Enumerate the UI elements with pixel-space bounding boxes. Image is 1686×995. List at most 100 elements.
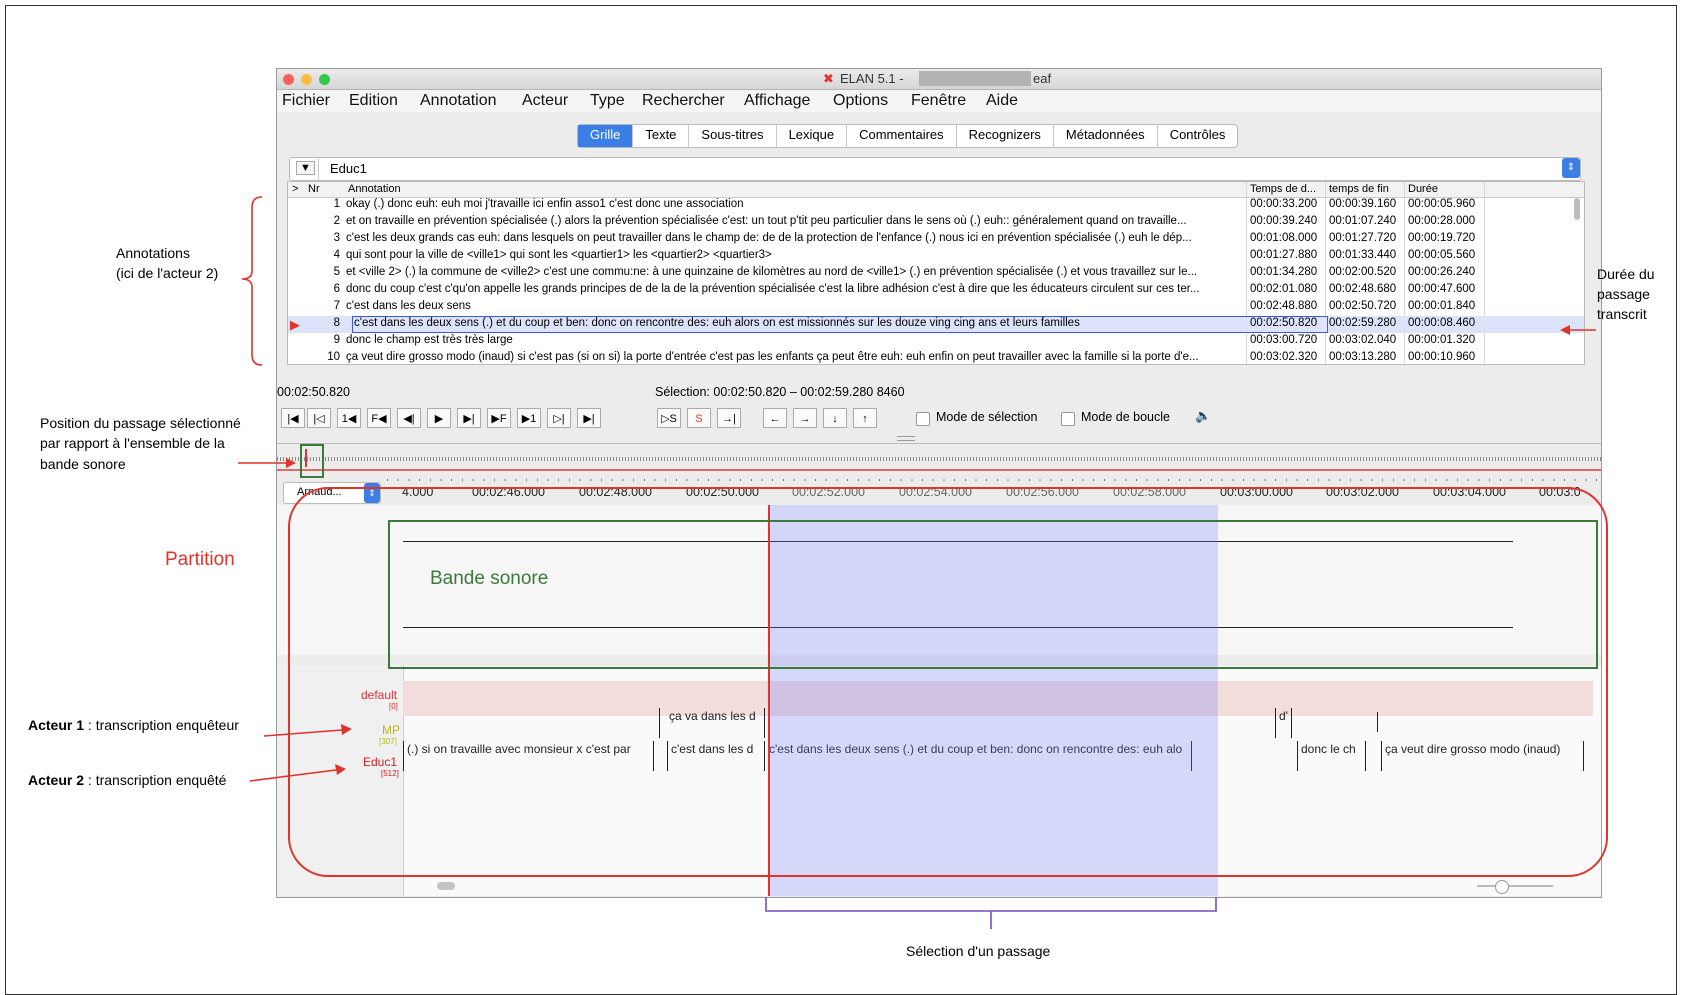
tab-grille[interactable]: Grille <box>578 125 634 147</box>
tab-metadonnees[interactable]: Métadonnées <box>1054 125 1158 147</box>
table-row[interactable]: 10 ça veut dire grosso modo (inaud) si c… <box>288 350 1584 364</box>
col-nr[interactable]: Nr <box>308 183 320 195</box>
row-nr: 3 <box>333 232 340 244</box>
row-nr: 8 <box>333 317 340 329</box>
menu-fichier[interactable]: Fichier <box>282 92 330 110</box>
view-tabs: Grille Texte Sous-titres Lexique Comment… <box>577 124 1239 148</box>
previous-frame-button[interactable]: |◁ <box>307 408 331 428</box>
previous-second-button[interactable]: 1◀ <box>337 408 361 428</box>
row-end: 00:01:33.440 <box>1329 249 1397 261</box>
row-end: 00:03:02.040 <box>1329 334 1397 346</box>
menu-type[interactable]: Type <box>590 92 625 110</box>
table-row[interactable]: 7 c'est dans les deux sens 00:02:48.880 … <box>288 299 1584 316</box>
row-end: 00:02:48.680 <box>1329 283 1397 295</box>
row-annotation: ça veut dire grosso modo (inaud) si c'es… <box>346 351 1199 363</box>
callout-actor2-text: : transcription enquêté <box>84 772 227 788</box>
dropdown-arrows-icon[interactable]: ⇕ <box>1562 158 1580 178</box>
col-expand[interactable]: > <box>292 183 298 195</box>
splitter-handle[interactable] <box>897 436 915 441</box>
tab-lexique[interactable]: Lexique <box>777 125 848 147</box>
audio-band-outline <box>388 520 1598 669</box>
overview-red-line <box>277 469 1601 471</box>
previous-annotation-button[interactable]: ← <box>763 408 787 428</box>
table-row[interactable]: 9 donc le champ est très très large 00:0… <box>288 333 1584 350</box>
overview-waveform[interactable] <box>277 457 1601 461</box>
row-begin: 00:02:01.080 <box>1250 283 1318 295</box>
grid-header: > Nr Annotation Temps de d... temps de f… <box>288 182 1584 198</box>
selection-mode-label: Mode de sélection <box>936 410 1038 424</box>
col-annotation[interactable]: Annotation <box>348 183 401 195</box>
menu-fenetre[interactable]: Fenêtre <box>911 92 966 110</box>
next-frame-button[interactable]: ▷| <box>547 408 571 428</box>
collapse-triangle-icon[interactable]: ▼ <box>296 161 315 175</box>
divider <box>318 158 319 180</box>
callout-annotations-title: Annotations <box>116 245 190 261</box>
menu-rechercher[interactable]: Rechercher <box>642 92 725 110</box>
next-annotation-button[interactable]: → <box>793 408 817 428</box>
callout-position-line2: par rapport à l'ensemble de la <box>40 435 225 451</box>
col-begin-time[interactable]: Temps de d... <box>1250 183 1316 195</box>
col-duration[interactable]: Durée <box>1408 183 1438 195</box>
tier-down-button[interactable]: ↓ <box>823 408 847 428</box>
tab-controles[interactable]: Contrôles <box>1158 125 1238 147</box>
menu-acteur[interactable]: Acteur <box>522 92 568 110</box>
tab-sous-titres[interactable]: Sous-titres <box>689 125 777 147</box>
row-nr: 9 <box>333 334 340 346</box>
tab-commentaires[interactable]: Commentaires <box>847 125 957 147</box>
redacted-filename <box>919 71 1031 86</box>
clear-selection-button[interactable]: S <box>687 408 711 428</box>
tab-texte[interactable]: Texte <box>633 125 690 147</box>
table-row-selected[interactable]: ▶ 8 c'est dans les deux sens (.) et du c… <box>288 316 1584 333</box>
row-begin: 00:01:08.000 <box>1250 232 1318 244</box>
row-begin: 00:02:48.880 <box>1250 300 1318 312</box>
maximize-window-button[interactable] <box>319 74 330 85</box>
table-row[interactable]: 2 et on travaille en prévention spéciali… <box>288 214 1584 231</box>
window-title-suffix: eaf <box>1033 71 1052 86</box>
row-end: 00:00:39.160 <box>1329 198 1397 210</box>
menu-annotation[interactable]: Annotation <box>420 92 497 110</box>
col-end-time[interactable]: temps de fin <box>1329 183 1389 195</box>
table-row[interactable]: 6 donc du coup c'est c'qu'on appelle les… <box>288 282 1584 299</box>
close-window-button[interactable] <box>283 74 294 85</box>
next-boundary-button[interactable]: ▶| <box>457 408 481 428</box>
row-end: 00:01:27.720 <box>1329 232 1397 244</box>
go-to-end-button[interactable]: ▶| <box>577 408 601 428</box>
next-pixel-button[interactable]: ▶F <box>487 408 511 428</box>
loop-mode-checkbox[interactable] <box>1061 412 1075 426</box>
minimize-window-button[interactable] <box>301 74 312 85</box>
table-row[interactable]: 1 okay (.) donc euh: euh moi j'travaille… <box>288 197 1584 214</box>
callout-position-line3: bande sonore <box>40 456 126 472</box>
horizontal-scroll-thumb[interactable] <box>437 882 455 890</box>
tier-select-value: Educ1 <box>330 161 367 176</box>
tier-select[interactable]: ▼ Educ1 ⇕ <box>289 157 1581 181</box>
previous-boundary-button[interactable]: ◀| <box>397 408 421 428</box>
row-duration: 00:00:08.460 <box>1408 317 1476 329</box>
menu-edition[interactable]: Edition <box>349 92 398 110</box>
zoom-slider[interactable] <box>1477 885 1553 887</box>
go-to-begin-button[interactable]: |◀ <box>281 408 305 428</box>
selection-to-boundary-button[interactable]: →| <box>717 408 741 428</box>
previous-pixel-button[interactable]: F◀ <box>367 408 391 428</box>
table-row[interactable]: 4 qui sont pour la ville de <ville1> qui… <box>288 248 1584 265</box>
row-begin: 00:03:00.720 <box>1250 334 1318 346</box>
menu-aide[interactable]: Aide <box>986 92 1018 110</box>
next-second-button[interactable]: ▶1 <box>517 408 541 428</box>
actor2-arrow <box>249 764 346 782</box>
table-row[interactable]: 3 c'est les deux grands cas euh: dans le… <box>288 231 1584 248</box>
menu-options[interactable]: Options <box>833 92 888 110</box>
table-row[interactable]: 5 et <ville 2> (.) la commune de <ville2… <box>288 265 1584 282</box>
selection-mode-checkbox[interactable] <box>916 412 930 426</box>
tier-up-button[interactable]: ↑ <box>853 408 877 428</box>
row-duration: 00:00:01.840 <box>1408 300 1476 312</box>
zoom-slider-knob[interactable] <box>1495 880 1509 894</box>
row-duration: 00:00:10.960 <box>1408 351 1476 363</box>
row-nr: 10 <box>327 351 340 363</box>
play-button[interactable]: ▶ <box>427 408 451 428</box>
row-end: 00:02:50.720 <box>1329 300 1397 312</box>
play-selection-button[interactable]: ▷S <box>657 408 681 428</box>
volume-speaker-icon[interactable]: 🔈 <box>1195 408 1211 424</box>
row-nr: 6 <box>333 283 340 295</box>
menu-affichage[interactable]: Affichage <box>744 92 810 110</box>
tab-recognizers[interactable]: Recognizers <box>957 125 1054 147</box>
row-annotation: et <ville 2> (.) la commune de <ville2> … <box>346 266 1198 278</box>
